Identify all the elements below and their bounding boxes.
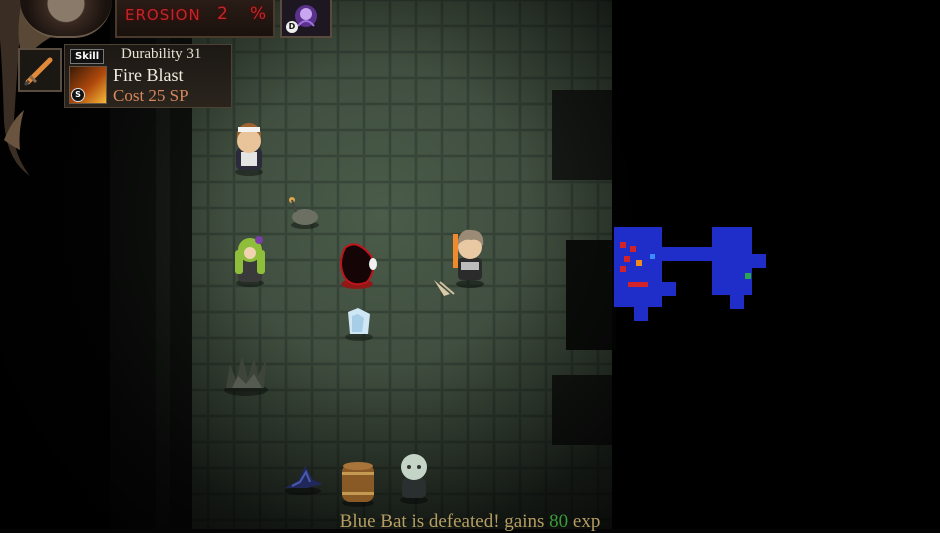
minimap-player-marker <box>650 254 655 259</box>
barrel-item[interactable] <box>342 462 374 507</box>
durability-text: Durability 31 <box>121 46 202 62</box>
weapon-slot[interactable] <box>18 48 62 92</box>
erosion-value: 2 <box>217 4 228 24</box>
erosion-unit: % <box>250 4 267 24</box>
skill-cost: Cost 25 SP <box>113 86 189 105</box>
skill-panel[interactable]: Skill Durability 31 S Fire Blast Cost 25… <box>64 44 232 108</box>
maid-npc[interactable] <box>235 123 263 176</box>
skill-name: Fire Blast <box>113 65 184 85</box>
ghost-npc[interactable] <box>400 454 428 504</box>
minimap-stairs-marker <box>745 273 751 279</box>
minimap-item-marker <box>636 260 642 266</box>
curse-hotkey: D <box>286 21 298 33</box>
skill-hotkey: S <box>71 88 85 102</box>
skill-tag: Skill <box>70 49 105 64</box>
erosion-gauge: EROSION 2 % <box>115 0 275 38</box>
sword-icon <box>23 57 53 87</box>
curse-item-slot[interactable]: D <box>280 0 332 38</box>
fire-blast-icon[interactable]: S <box>69 66 107 104</box>
battle-log-message: Blue Bat is defeated! gains 80 exp <box>0 511 940 533</box>
erosion-label: EROSION <box>125 6 201 24</box>
